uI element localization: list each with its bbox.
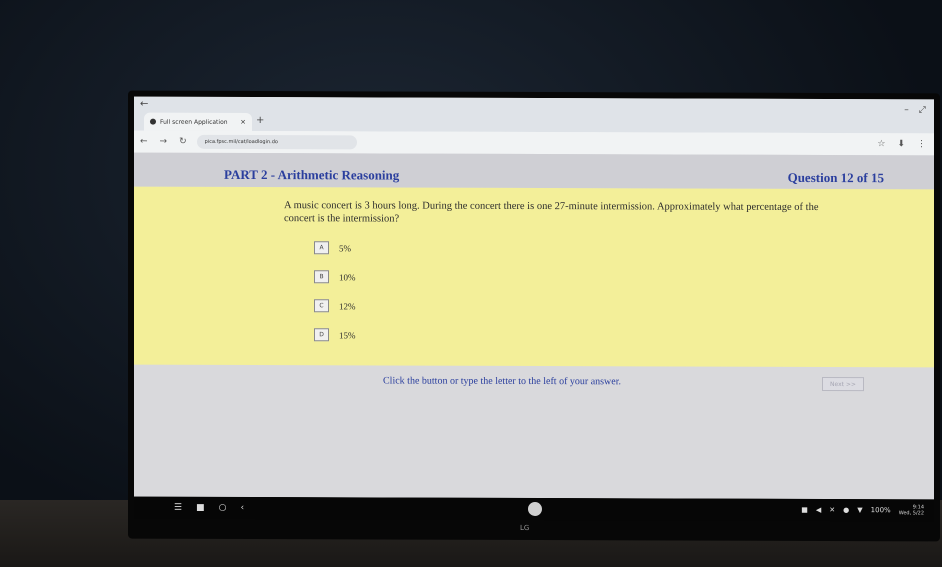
reload-icon[interactable]: ↻ — [179, 137, 187, 147]
mute-icon: ✕ — [829, 506, 836, 515]
minimize-icon[interactable]: – — [904, 105, 909, 115]
tray-icon: ■ — [801, 505, 808, 514]
wifi-icon: ▼ — [857, 506, 863, 515]
answer-hint: Click the button or type the letter to t… — [383, 375, 621, 388]
option-label: 10% — [339, 271, 356, 282]
tab-bar: ← Full screen Application × + – ⤢ — [134, 96, 934, 134]
monitor: ← Full screen Application × + – ⤢ ← → ↻ … — [128, 90, 940, 542]
next-button[interactable]: Next >> — [822, 377, 864, 392]
home-icon[interactable]: ○ — [219, 503, 227, 513]
battery-level: 100% — [870, 506, 891, 515]
network-icon: ● — [843, 506, 850, 515]
url-text: pica.fpsc.mil/cat/loadlogin.do — [204, 138, 278, 146]
overview-icon[interactable]: ■ — [196, 503, 205, 513]
date: Wed, 5/22 — [898, 510, 924, 517]
part-title: PART 2 - Arithmetic Reasoning — [224, 166, 400, 183]
tab-title: Full screen Application — [160, 118, 228, 126]
option-key-button[interactable]: B — [314, 270, 329, 284]
back-arrow-icon[interactable]: ← — [140, 99, 148, 110]
system-tray[interactable]: ■ ◀ ✕ ● ▼ 100% 9:14 Wed, 5/22 — [801, 504, 924, 516]
forward-icon[interactable]: → — [160, 137, 168, 147]
nav-buttons: ← → ↻ — [140, 137, 187, 147]
question-counter: Question 12 of 15 — [787, 169, 884, 186]
option-c[interactable]: C 12% — [314, 299, 356, 313]
clock: 9:14 Wed, 5/22 — [899, 504, 924, 516]
option-d[interactable]: D 15% — [314, 328, 356, 342]
back-icon[interactable]: ← — [140, 137, 148, 147]
shelf-left-icons: ☰ ■ ○ ‹ — [174, 503, 244, 513]
page-header: PART 2 - Arithmetic Reasoning Question 1… — [134, 152, 934, 190]
bookmark-icon[interactable]: ☆ — [877, 139, 885, 149]
option-key-button[interactable]: A — [314, 241, 329, 255]
window-controls: – ⤢ — [904, 105, 926, 115]
browser-tab[interactable]: Full screen Application × — [144, 112, 252, 132]
option-a[interactable]: A 5% — [314, 241, 351, 255]
option-label: 5% — [339, 242, 351, 253]
launcher-icon[interactable] — [528, 501, 542, 517]
menu-icon[interactable]: ⋮ — [917, 139, 926, 149]
address-bar[interactable]: pica.fpsc.mil/cat/loadlogin.do — [196, 134, 357, 150]
menu-icon[interactable]: ☰ — [174, 503, 182, 513]
option-label: 15% — [339, 329, 356, 340]
option-b[interactable]: B 10% — [314, 270, 356, 284]
volume-icon: ◀ — [815, 505, 822, 515]
toolbar-right: ☆ ⬇ ⋮ — [877, 139, 926, 149]
option-key-button[interactable]: D — [314, 328, 329, 342]
question-text: A music concert is 3 hours long. During … — [284, 200, 819, 225]
favicon-icon — [150, 118, 156, 125]
option-key-button[interactable]: C — [314, 299, 329, 313]
os-shelf: ☰ ■ ○ ‹ ■ ◀ ✕ ● ▼ 100% 9:14 Wed, 5/22 — [134, 496, 934, 522]
screen: ← Full screen Application × + – ⤢ ← → ↻ … — [134, 96, 934, 500]
download-icon[interactable]: ⬇ — [897, 139, 905, 149]
option-label: 12% — [339, 300, 356, 311]
test-page: PART 2 - Arithmetic Reasoning Question 1… — [134, 152, 934, 500]
question-panel: A music concert is 3 hours long. During … — [134, 186, 934, 368]
back-icon[interactable]: ‹ — [240, 503, 244, 513]
new-tab-button[interactable]: + — [256, 115, 264, 126]
tab-close-icon[interactable]: × — [240, 118, 246, 126]
browser-toolbar: ← → ↻ pica.fpsc.mil/cat/loadlogin.do ☆ ⬇… — [134, 130, 934, 156]
maximize-icon[interactable]: ⤢ — [919, 105, 926, 115]
monitor-brand-logo: LG — [520, 523, 530, 532]
